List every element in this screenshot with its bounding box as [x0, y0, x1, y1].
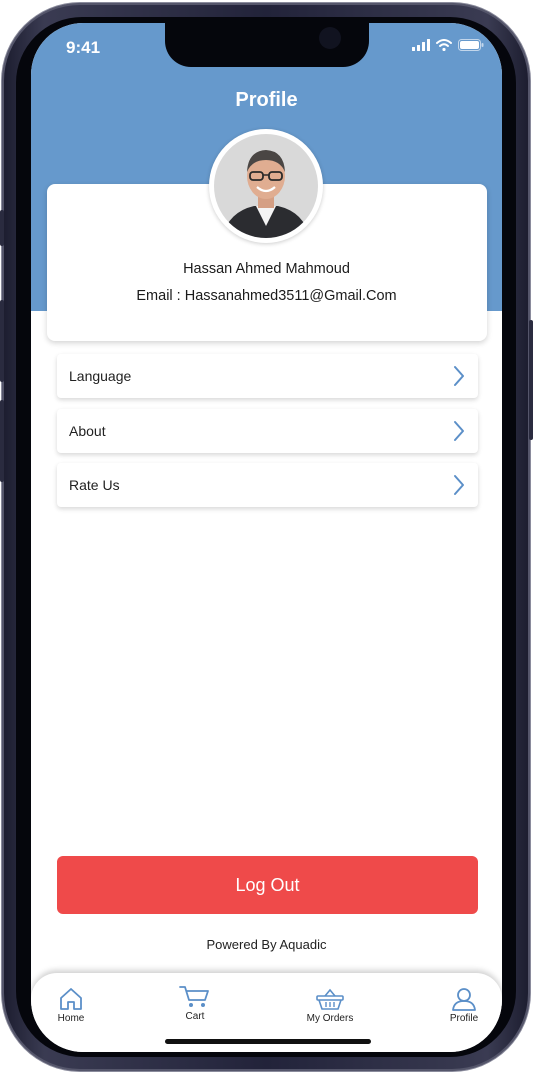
powered-by-text: Powered By Aquadic — [206, 937, 327, 952]
notch — [165, 23, 369, 67]
home-indicator — [165, 1039, 371, 1044]
signal-icon — [412, 39, 430, 51]
menu-item-rate-us[interactable]: Rate Us — [57, 463, 478, 507]
chevron-right-icon — [454, 421, 464, 441]
nav-item-home[interactable]: Home — [36, 987, 106, 1024]
nav-item-profile[interactable]: Profile — [429, 987, 499, 1024]
phone-side-button — [529, 320, 533, 440]
status-time: 9:41 — [66, 38, 101, 57]
app-screen: 9:41 Profile Hassan Ahmed Mahmoud Email … — [31, 23, 502, 1052]
phone-side-button — [0, 300, 4, 382]
user-icon — [452, 988, 476, 1011]
nav-item-cart[interactable]: Cart — [160, 985, 230, 1022]
menu-item-label: Language — [69, 368, 132, 384]
front-camera — [319, 27, 341, 49]
user-email: Email : Hassanahmed3511@Gmail.Com — [136, 288, 397, 304]
battery-icon — [458, 39, 484, 51]
menu-item-about[interactable]: About — [57, 409, 478, 453]
chevron-right-icon — [454, 475, 464, 495]
nav-label: Home — [57, 1013, 85, 1024]
wifi-icon — [436, 39, 452, 51]
chevron-right-icon — [454, 366, 464, 386]
avatar[interactable] — [209, 129, 323, 243]
user-name: Hassan Ahmed Mahmoud — [183, 261, 350, 277]
phone-side-button — [0, 210, 4, 246]
phone-side-button — [0, 400, 4, 482]
basket-icon — [316, 988, 344, 1010]
nav-label: Cart — [185, 1011, 205, 1022]
nav-item-my-orders[interactable]: My Orders — [295, 987, 365, 1024]
nav-label: My Orders — [306, 1013, 354, 1024]
menu-item-label: Rate Us — [69, 477, 120, 493]
status-icons — [412, 38, 484, 52]
nav-label: Profile — [449, 1013, 479, 1024]
profile-photo — [214, 134, 318, 238]
menu-item-language[interactable]: Language — [57, 354, 478, 398]
logout-button[interactable]: Log Out — [57, 856, 478, 914]
menu-item-label: About — [69, 423, 106, 439]
cart-icon — [179, 986, 209, 1007]
home-icon — [60, 988, 82, 1010]
page-title: Profile — [235, 89, 298, 111]
